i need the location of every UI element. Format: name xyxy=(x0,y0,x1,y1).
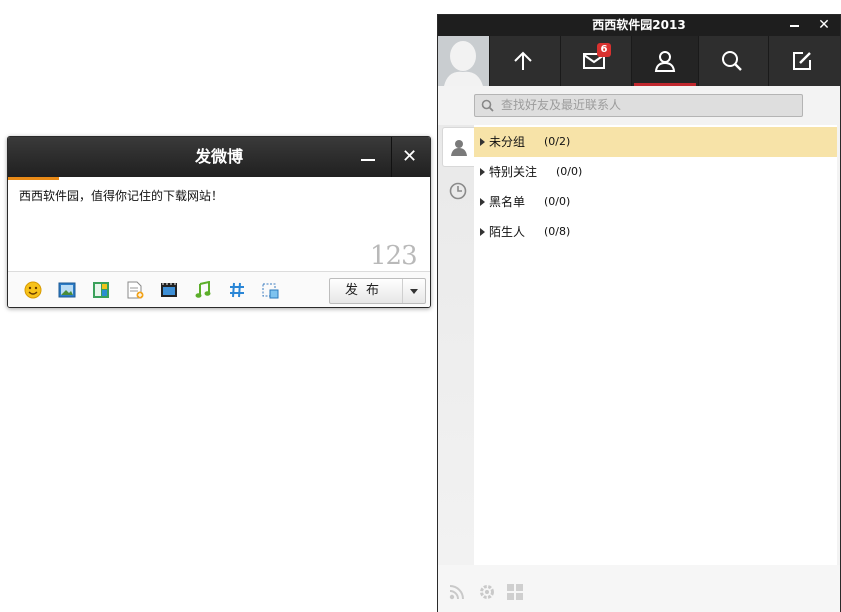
publish-button-group: 发布 xyxy=(329,278,426,304)
avatar[interactable] xyxy=(438,36,489,86)
side-tab-recent[interactable] xyxy=(442,172,474,210)
group-item-special[interactable]: 特别关注 (0/0) xyxy=(474,157,837,187)
compose-titlebar[interactable]: 发微博 ✕ xyxy=(8,137,430,177)
emoji-icon[interactable] xyxy=(24,281,42,299)
expand-arrow-icon xyxy=(480,168,485,176)
group-name: 黑名单 xyxy=(489,195,526,209)
group-count: (0/8) xyxy=(544,225,571,238)
tab-home[interactable] xyxy=(489,36,556,86)
publish-dropdown-button[interactable] xyxy=(402,279,426,303)
bottom-toolbar xyxy=(438,565,840,612)
apps-icon[interactable] xyxy=(506,583,524,601)
client-minimize-button[interactable] xyxy=(787,15,803,36)
client-close-button[interactable]: ✕ xyxy=(816,15,832,36)
tab-search[interactable] xyxy=(698,36,765,86)
group-count: (0/0) xyxy=(556,165,583,178)
home-icon xyxy=(514,51,532,70)
group-item-strangers[interactable]: 陌生人 (0/8) xyxy=(474,217,837,247)
message-count-badge: 6 xyxy=(597,43,611,57)
search-placeholder: 查找好友及最近联系人 xyxy=(501,98,622,112)
expand-arrow-icon xyxy=(480,228,485,236)
char-counter: 123 xyxy=(370,241,418,271)
video-icon[interactable] xyxy=(160,281,178,299)
contact-group-list: 未分组 (0/2) 特别关注 (0/0) 黑名单 (0/0) 陌生人 (0/8) xyxy=(474,125,837,565)
topic-icon[interactable] xyxy=(228,281,246,299)
group-item-blacklist[interactable]: 黑名单 (0/0) xyxy=(474,187,837,217)
contacts-icon xyxy=(654,51,676,72)
publish-button[interactable]: 发布 xyxy=(330,279,402,303)
recent-icon xyxy=(449,182,467,200)
top-navbar: 6 xyxy=(438,36,840,86)
client-title: 西西软件园2013 xyxy=(592,18,686,32)
compose-toolbar: 发布 xyxy=(8,271,430,307)
file-icon[interactable] xyxy=(126,281,144,299)
group-name: 特别关注 xyxy=(489,165,538,179)
compose-window: 发微博 ✕ 西西软件园，值得你记住的下载网站！ 123 发布 xyxy=(7,136,431,308)
close-button[interactable]: ✕ xyxy=(391,137,427,177)
default-avatar-icon xyxy=(438,36,489,86)
group-count: (0/2) xyxy=(544,135,571,148)
compose-textarea[interactable]: 西西软件园，值得你记住的下载网站！ xyxy=(19,187,409,267)
tab-messages[interactable]: 6 xyxy=(560,36,627,86)
minimize-button[interactable] xyxy=(350,137,385,177)
client-titlebar[interactable]: 西西软件园2013 ✕ xyxy=(438,15,840,36)
settings-icon[interactable] xyxy=(478,583,496,601)
side-tabs xyxy=(438,125,475,612)
group-name: 陌生人 xyxy=(489,225,526,239)
compose-title: 发微博 xyxy=(194,147,243,166)
screenshot-icon[interactable] xyxy=(262,281,280,299)
side-tab-contacts[interactable] xyxy=(442,127,475,167)
image-icon[interactable] xyxy=(58,281,76,299)
compose-icon xyxy=(793,52,811,70)
music-icon[interactable] xyxy=(194,281,212,299)
compose-accent-bar xyxy=(8,177,59,180)
search-icon xyxy=(481,99,494,112)
template-icon[interactable] xyxy=(92,281,110,299)
client-window: 西西软件园2013 ✕ 6 查找好友及最近联系人 未分组 (0/2) 特别关注 … xyxy=(437,14,841,612)
minimize-icon xyxy=(361,159,375,161)
tab-contacts[interactable] xyxy=(631,36,698,86)
expand-arrow-icon xyxy=(480,198,485,206)
group-count: (0/0) xyxy=(544,195,571,208)
search-icon xyxy=(722,51,742,71)
rss-icon[interactable] xyxy=(448,583,466,601)
expand-arrow-icon xyxy=(480,138,485,146)
contacts-icon xyxy=(451,140,467,156)
group-item-ungrouped[interactable]: 未分组 (0/2) xyxy=(474,127,837,157)
tab-compose[interactable] xyxy=(768,36,835,86)
contact-search-input[interactable]: 查找好友及最近联系人 xyxy=(474,94,803,117)
group-name: 未分组 xyxy=(489,135,526,149)
